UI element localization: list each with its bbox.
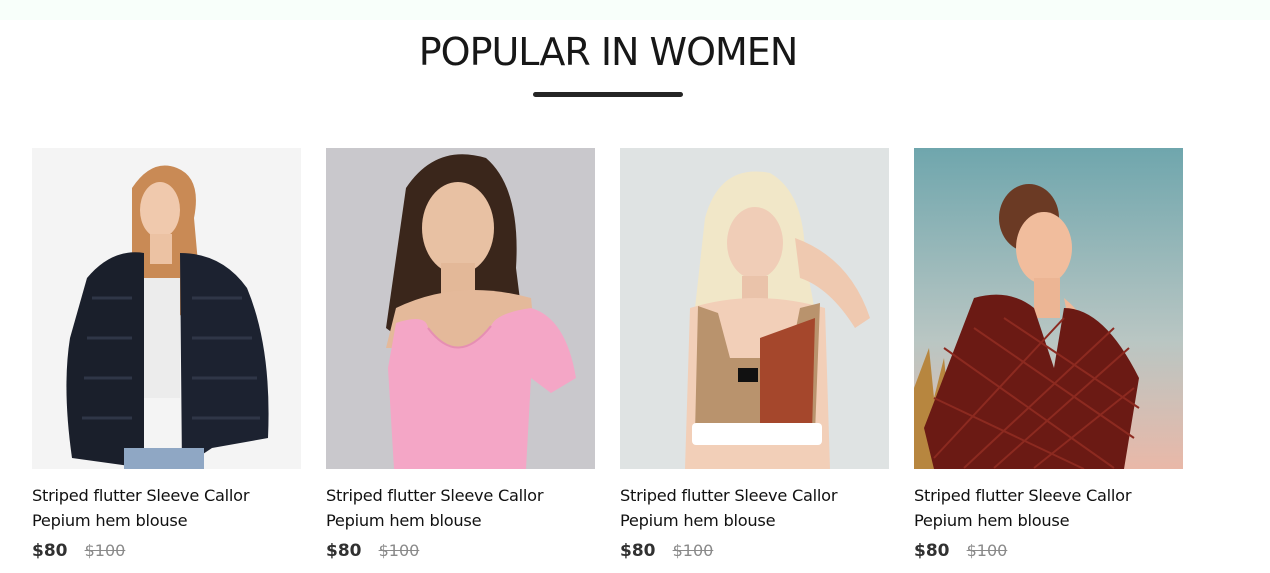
product-image[interactable] [914, 148, 1183, 469]
price-current: $80 [32, 541, 68, 561]
product-prices: $80 $100 [620, 541, 889, 565]
product-prices: $80 $100 [914, 541, 1183, 565]
product-name[interactable]: Striped flutter Sleeve Callor Pepium hem… [326, 483, 595, 533]
section-title: POPULAR IN WOMEN [418, 30, 799, 74]
product-name[interactable]: Striped flutter Sleeve Callor Pepium hem… [32, 483, 301, 533]
price-current: $80 [326, 541, 362, 561]
product-name[interactable]: Striped flutter Sleeve Callor Pepium hem… [620, 483, 889, 533]
product-name[interactable]: Striped flutter Sleeve Callor Pepium hem… [914, 483, 1183, 533]
price-original: $100 [84, 541, 126, 560]
product-card[interactable]: Striped flutter Sleeve Callor Pepium hem… [914, 148, 1183, 568]
price-current: $80 [620, 541, 656, 561]
top-strip [0, 0, 1270, 20]
product-card[interactable]: Striped flutter Sleeve Callor Pepium hem… [326, 148, 595, 568]
product-prices: $80 $100 [326, 541, 595, 565]
price-original: $100 [966, 541, 1008, 560]
product-prices: $80 $100 [32, 541, 301, 565]
product-card[interactable]: Striped flutter Sleeve Callor Pepium hem… [620, 148, 889, 568]
product-card[interactable]: Striped flutter Sleeve Callor Pepium hem… [32, 148, 301, 568]
product-image[interactable] [326, 148, 595, 469]
product-image[interactable] [32, 148, 301, 469]
price-original: $100 [672, 541, 714, 560]
title-underline [533, 92, 683, 97]
price-current: $80 [914, 541, 950, 561]
price-original: $100 [378, 541, 420, 560]
product-grid: Striped flutter Sleeve Callor Pepium hem… [32, 148, 1192, 568]
product-image[interactable] [620, 148, 889, 469]
